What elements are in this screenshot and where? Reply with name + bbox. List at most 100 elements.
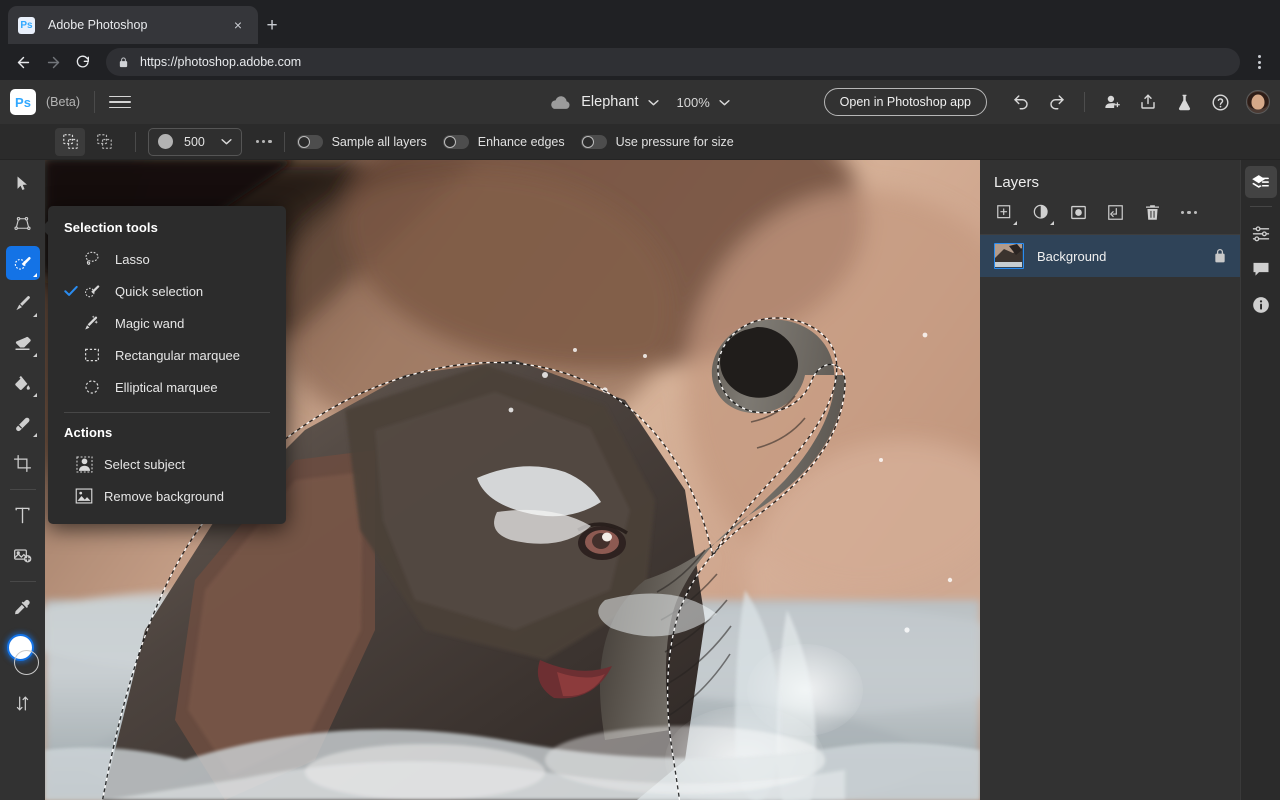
selection-tools-flyout-menu[interactable]: Selection tools Lasso Quick selection Ma… bbox=[45, 206, 286, 524]
canvas-area[interactable]: Selection tools Lasso Quick selection Ma… bbox=[45, 160, 980, 800]
tab-title: Adobe Photoshop bbox=[48, 18, 148, 32]
adjustment-layer-button[interactable] bbox=[1027, 199, 1055, 227]
use-pressure-for-size-toggle[interactable] bbox=[580, 134, 607, 149]
remove-background-icon bbox=[64, 487, 104, 505]
flyout-action-select-subject[interactable]: Select subject bbox=[48, 448, 286, 480]
comment-bubble-icon[interactable] bbox=[1245, 253, 1277, 285]
flyout-label: Quick selection bbox=[115, 283, 204, 299]
flyout-item-rectangular-marquee[interactable]: Rectangular marquee bbox=[48, 339, 286, 371]
browser-chrome: Ps Adobe Photoshop × + https://photoshop… bbox=[0, 0, 1280, 80]
zoom-chevron-down-icon[interactable] bbox=[719, 99, 730, 106]
url-text: https://photoshop.adobe.com bbox=[140, 55, 302, 69]
tab-strip: Ps Adobe Photoshop × + bbox=[0, 0, 1280, 44]
move-tool[interactable] bbox=[6, 166, 40, 200]
sample-all-layers-option[interactable]: Sample all layers bbox=[296, 134, 439, 149]
flyout-item-elliptical-marquee[interactable]: Elliptical marquee bbox=[48, 371, 286, 403]
forward-arrow-icon[interactable] bbox=[38, 47, 68, 77]
brush-size-control[interactable]: 500 bbox=[148, 127, 242, 156]
swap-colors-tool[interactable] bbox=[6, 686, 40, 720]
add-layer-button[interactable] bbox=[990, 199, 1018, 227]
divider bbox=[64, 412, 270, 413]
table-row[interactable]: Background bbox=[980, 235, 1240, 277]
chevron-down-icon[interactable] bbox=[647, 99, 659, 106]
add-image-tool[interactable] bbox=[6, 538, 40, 572]
browser-tab[interactable]: Ps Adobe Photoshop × bbox=[8, 6, 258, 44]
transform-tool[interactable] bbox=[6, 206, 40, 240]
eyedropper-tool[interactable] bbox=[6, 590, 40, 624]
layers-panel: Layers Background bbox=[980, 160, 1240, 800]
photoshop-favicon-icon: Ps bbox=[18, 16, 35, 34]
divider bbox=[94, 91, 96, 113]
spot-healing-brush-tool[interactable] bbox=[6, 406, 40, 440]
top-bar-actions: Open in Photoshop app bbox=[823, 87, 1270, 117]
brush-size-value: 500 bbox=[184, 134, 205, 149]
quick-selection-tool[interactable] bbox=[5, 246, 40, 280]
flyout-label: Elliptical marquee bbox=[115, 379, 218, 395]
flyout-item-quick-selection[interactable]: Quick selection bbox=[48, 275, 286, 307]
three-dot-menu-icon[interactable] bbox=[1246, 48, 1272, 76]
help-icon[interactable] bbox=[1205, 87, 1235, 117]
flyout-item-lasso[interactable]: Lasso bbox=[48, 243, 286, 275]
browser-nav-bar: https://photoshop.adobe.com bbox=[0, 44, 1280, 80]
document-name[interactable]: Elephant bbox=[581, 94, 638, 110]
back-arrow-icon[interactable] bbox=[8, 47, 38, 77]
share-icon[interactable] bbox=[1133, 87, 1163, 117]
add-to-selection-button[interactable] bbox=[89, 128, 119, 156]
use-pressure-for-size-label: Use pressure for size bbox=[615, 134, 734, 149]
layer-name: Background bbox=[1037, 248, 1107, 264]
hamburger-menu-icon[interactable] bbox=[109, 95, 132, 109]
cloud-icon bbox=[550, 95, 571, 110]
text-tool[interactable] bbox=[6, 498, 40, 532]
tool-options-bar: 500 Sample all layers Enhance edges Use … bbox=[0, 124, 1280, 160]
eraser-tool[interactable] bbox=[6, 326, 40, 360]
left-toolbar bbox=[0, 160, 45, 800]
rectangular-marquee-icon bbox=[83, 346, 115, 364]
brush-preview-icon bbox=[158, 134, 173, 149]
address-bar[interactable]: https://photoshop.adobe.com bbox=[106, 48, 1240, 76]
invite-collaborator-icon[interactable] bbox=[1097, 87, 1127, 117]
select-subject-icon bbox=[64, 455, 104, 474]
open-in-photoshop-app-button[interactable]: Open in Photoshop app bbox=[823, 88, 987, 116]
background-color-swatch[interactable] bbox=[13, 650, 39, 675]
undo-icon[interactable] bbox=[1006, 87, 1036, 117]
beta-flask-icon[interactable] bbox=[1169, 87, 1199, 117]
close-icon[interactable]: × bbox=[228, 15, 248, 35]
paint-bucket-tool[interactable] bbox=[6, 366, 40, 400]
color-swatches[interactable] bbox=[4, 634, 42, 678]
clipping-mask-button[interactable] bbox=[1101, 199, 1129, 227]
layer-more-button[interactable] bbox=[1175, 199, 1203, 227]
layer-mask-button[interactable] bbox=[1064, 199, 1092, 227]
layer-thumbnail bbox=[994, 243, 1024, 269]
photoshop-app: Ps (Beta) Elephant 100% Open in Photosho… bbox=[0, 80, 1280, 800]
flyout-label: Lasso bbox=[115, 251, 150, 267]
divider bbox=[1084, 92, 1085, 112]
brush-tool[interactable] bbox=[6, 286, 40, 320]
sliders-icon[interactable] bbox=[1245, 217, 1277, 249]
new-selection-button[interactable] bbox=[55, 127, 85, 156]
flyout-item-magic-wand[interactable]: Magic wand bbox=[48, 307, 286, 339]
sample-all-layers-toggle[interactable] bbox=[296, 134, 323, 149]
flyout-label: Magic wand bbox=[115, 315, 185, 331]
info-circle-icon[interactable] bbox=[1245, 289, 1277, 321]
delete-layer-button[interactable] bbox=[1138, 199, 1166, 227]
divider bbox=[9, 581, 36, 582]
user-avatar[interactable] bbox=[1246, 90, 1270, 114]
enhance-edges-option[interactable]: Enhance edges bbox=[442, 134, 577, 149]
new-tab-icon[interactable]: + bbox=[258, 11, 286, 39]
redo-icon[interactable] bbox=[1042, 87, 1072, 117]
reload-icon[interactable] bbox=[68, 47, 98, 77]
more-options-icon[interactable] bbox=[256, 139, 272, 144]
use-pressure-for-size-option[interactable]: Use pressure for size bbox=[580, 134, 746, 149]
layers-stack-icon[interactable] bbox=[1244, 166, 1277, 198]
zoom-level[interactable]: 100% bbox=[677, 95, 710, 110]
divider bbox=[1249, 206, 1272, 207]
enhance-edges-toggle[interactable] bbox=[442, 134, 469, 149]
enhance-edges-label: Enhance edges bbox=[477, 134, 565, 149]
sample-all-layers-label: Sample all layers bbox=[331, 134, 427, 149]
brush-chevron-down-icon[interactable] bbox=[221, 138, 232, 145]
crop-tool[interactable] bbox=[6, 446, 40, 480]
layer-list: Background bbox=[980, 235, 1240, 277]
app-body: Selection tools Lasso Quick selection Ma… bbox=[0, 160, 1280, 800]
lock-icon[interactable] bbox=[1213, 248, 1227, 264]
flyout-action-remove-background[interactable]: Remove background bbox=[48, 480, 286, 512]
